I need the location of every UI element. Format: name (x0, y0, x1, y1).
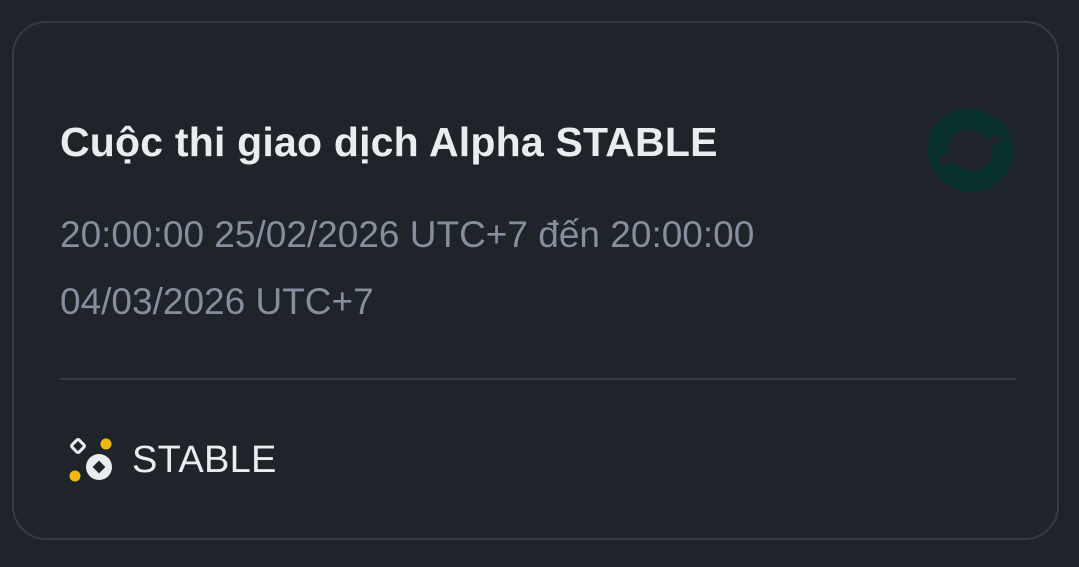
stable-token-logo-icon (927, 108, 1014, 192)
binance-alpha-icon (69, 438, 112, 482)
token-row[interactable]: STABLE (68, 435, 277, 485)
competition-time-range: 20:00:00 25/02/2026 UTC+7 đến 20:00:00 0… (60, 214, 755, 322)
card-divider (60, 378, 1016, 380)
competition-title: Cuộc thi giao dịch Alpha STABLE (60, 119, 718, 165)
token-symbol: STABLE (132, 438, 277, 481)
competition-card[interactable]: Cuộc thi giao dịch Alpha STABLE 20:00:00… (12, 21, 1059, 540)
